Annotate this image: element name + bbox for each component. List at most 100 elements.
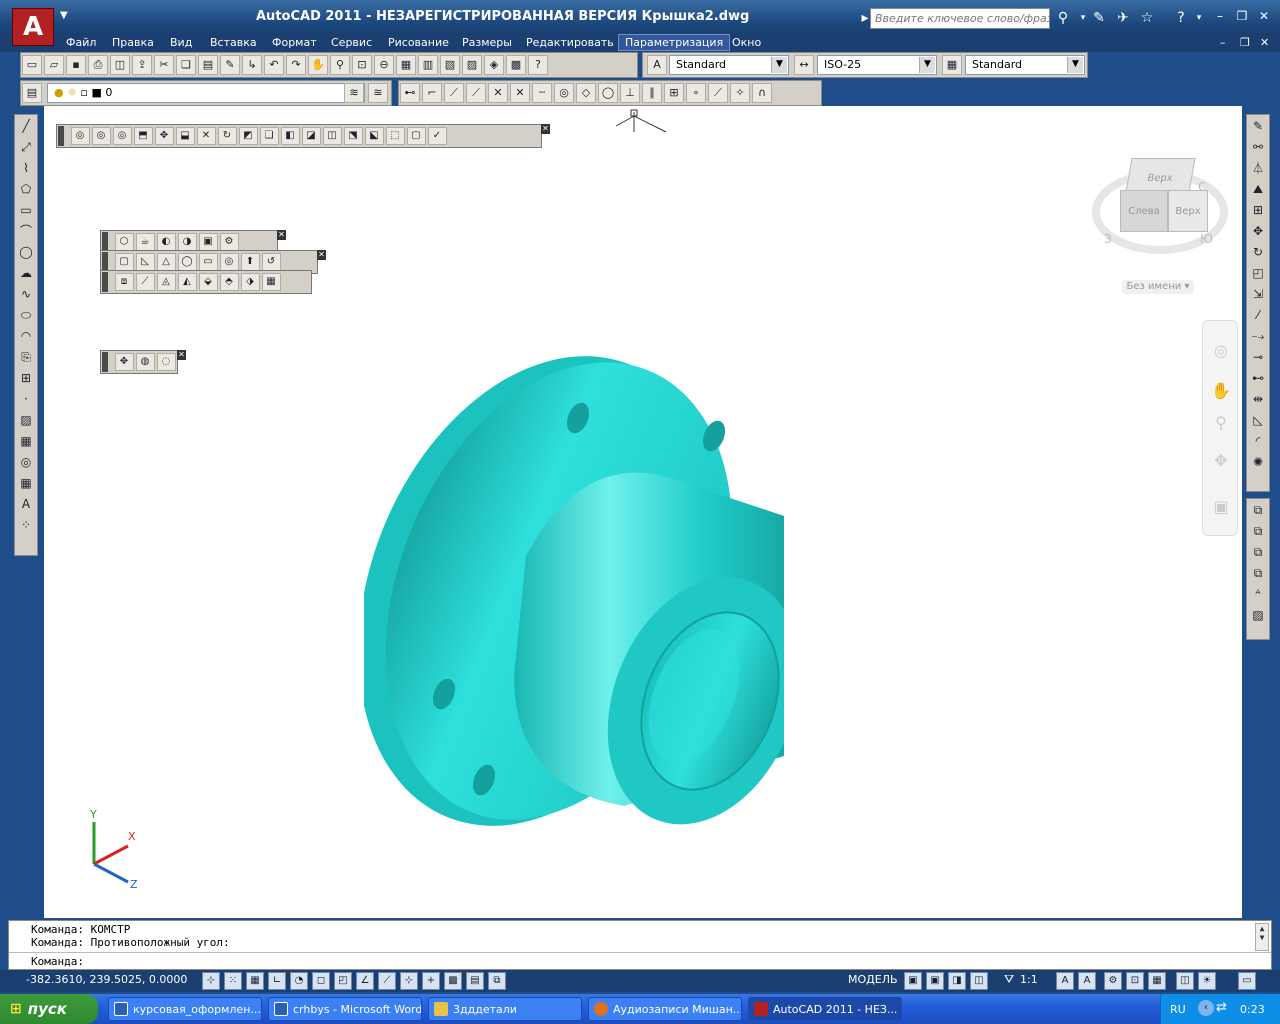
toolbar-grip[interactable] (102, 252, 108, 272)
polyline-icon[interactable]: ⌇ (16, 158, 36, 178)
ortho-icon[interactable]: ∟ (268, 972, 286, 990)
polygon-icon[interactable]: ⬠ (16, 179, 36, 199)
toolbar-grip[interactable] (58, 126, 64, 146)
annotation-scale[interactable]: 1:1 (1020, 973, 1038, 986)
rotate-faces-icon[interactable]: ↻ (217, 127, 237, 145)
dyn-icon[interactable]: ⊹ (400, 972, 418, 990)
tool-palettes-icon[interactable]: ▧ (440, 55, 460, 75)
menu-view[interactable]: Вид (170, 36, 192, 49)
dim-style-select[interactable]: ISO-25 ▼ (817, 55, 937, 75)
block-editor-icon[interactable]: ↳ (242, 55, 262, 75)
revcloud-icon[interactable]: ☁ (16, 263, 36, 283)
extrude-faces-icon[interactable]: ⬒ (133, 127, 153, 145)
sphere-icon[interactable]: ◯ (177, 253, 197, 271)
taskbar-item[interactable]: курсовая_оформлен... (108, 997, 262, 1021)
lightbulb-icon[interactable]: ☀ (1198, 972, 1216, 990)
box-icon[interactable]: ▢ (114, 253, 134, 271)
snap-quadrant-icon[interactable]: ◇ (576, 83, 596, 103)
quick-properties-icon[interactable]: ▤ (466, 972, 484, 990)
taper-faces-icon[interactable]: ◩ (238, 127, 258, 145)
mtext-icon[interactable]: A (16, 494, 36, 514)
subtract-icon[interactable]: ◎ (91, 127, 111, 145)
language-indicator[interactable]: RU (1170, 1003, 1186, 1016)
close-icon[interactable]: ✕ (541, 124, 550, 134)
workspace-gear-icon[interactable]: ⚙ (1104, 972, 1122, 990)
orbit-nav-icon[interactable]: ✥ (1211, 451, 1231, 471)
polar-icon[interactable]: ◔ (290, 972, 308, 990)
command-line[interactable]: Команда: КОМСТР Команда: Противоположный… (8, 920, 1272, 970)
compass-north[interactable]: С (1198, 180, 1206, 194)
clean-icon[interactable]: ⬕ (364, 127, 384, 145)
continuous-orbit-icon[interactable]: ◌ (156, 353, 176, 371)
quick-access-dropdown-icon[interactable]: ▼ (60, 10, 68, 21)
line-icon[interactable]: ╱ (16, 116, 36, 136)
region-icon[interactable]: ◎ (16, 452, 36, 472)
selection-cycling-icon[interactable]: ⧉ (488, 972, 506, 990)
zoom-icon[interactable]: ⚲ (1211, 413, 1231, 433)
quick-view-layouts-icon[interactable]: ◨ (948, 972, 966, 990)
explode-icon[interactable]: ✺ (1248, 452, 1268, 472)
close-icon[interactable]: ✕ (177, 350, 186, 360)
properties-icon[interactable]: ▦ (396, 55, 416, 75)
command-prompt[interactable]: Команда: (31, 955, 84, 968)
circle-icon[interactable]: ◯ (16, 242, 36, 262)
snap-temp-icon[interactable]: ⊷ (400, 83, 420, 103)
break-icon[interactable]: ⊷ (1248, 368, 1268, 388)
key-icon[interactable]: ✎ (1090, 9, 1108, 27)
wedge-icon[interactable]: ◺ (135, 253, 155, 271)
snap-from-icon[interactable]: ⌐ (422, 83, 442, 103)
mirror-icon[interactable]: ⏃ (1248, 158, 1268, 178)
torus-icon[interactable]: ◎ (219, 253, 239, 271)
print-icon[interactable]: ⎙ (88, 55, 108, 75)
new-icon[interactable]: ▭ (22, 55, 42, 75)
layer-previous-icon[interactable]: ≊ (368, 83, 388, 103)
box-view-icon[interactable]: ⬡ (114, 233, 134, 251)
table-icon[interactable]: ▦ (16, 473, 36, 493)
restore-icon[interactable]: ❐ (1234, 8, 1250, 24)
annotation-scale-icon[interactable]: ⛛ (1004, 972, 1014, 987)
close-icon[interactable]: ✕ (1256, 8, 1272, 24)
array-icon[interactable]: ⊞ (1248, 200, 1268, 220)
help-icon[interactable]: ? (1172, 9, 1190, 27)
snap-mode-icon[interactable]: ⁙ (224, 972, 242, 990)
rectangle-icon[interactable]: ▭ (16, 200, 36, 220)
text-style-icon[interactable]: A (647, 55, 667, 75)
snap-endpoint-icon[interactable]: ⟋ (444, 83, 464, 103)
layout-model-icon[interactable]: ▣ (904, 972, 922, 990)
sheet-set-icon[interactable]: ▨ (462, 55, 482, 75)
help-dropdown-icon[interactable]: ▾ (1190, 9, 1208, 27)
viewcube[interactable]: Верх Слева Верх З Ю С (1090, 150, 1230, 260)
match-properties-icon[interactable]: ✎ (220, 55, 240, 75)
menu-modify[interactable]: Редактировать (526, 36, 614, 49)
taskbar-item[interactable]: 3дддетали (428, 997, 582, 1021)
publish-icon[interactable]: ⇪ (132, 55, 152, 75)
solid-draw-icon[interactable]: ⬗ (240, 273, 260, 291)
extrude-icon[interactable]: ⬆ (240, 253, 260, 271)
trim-icon[interactable]: ⁄ (1248, 305, 1268, 325)
orbit-icon[interactable]: ✥ (114, 353, 134, 371)
taskbar-item-active[interactable]: AutoCAD 2011 - НЕЗ... (748, 997, 902, 1021)
snap-perpendicular-icon[interactable]: ⊥ (620, 83, 640, 103)
clock[interactable]: 0:23 (1240, 1003, 1265, 1016)
render-icon[interactable]: ▣ (198, 233, 218, 251)
menu-window[interactable]: Окно (732, 36, 761, 49)
snap-apparent-icon[interactable]: ✕ (510, 83, 530, 103)
imprint-icon[interactable]: ⬔ (343, 127, 363, 145)
snap-extension-icon[interactable]: ┄ (532, 83, 552, 103)
menu-file[interactable]: Файл (66, 36, 96, 49)
search-input[interactable]: Введите ключевое слово/фразу (870, 8, 1050, 29)
separate-icon[interactable]: ⬚ (385, 127, 405, 145)
snap-none-icon[interactable]: ✧ (730, 83, 750, 103)
menu-dimension[interactable]: Размеры (462, 36, 512, 49)
steering-wheel-icon[interactable]: ◎ (1211, 341, 1231, 361)
snap-nearest-icon[interactable]: ⟋ (708, 83, 728, 103)
rotate-icon[interactable]: ↻ (1248, 242, 1268, 262)
toolbar-grip[interactable] (102, 352, 108, 372)
free-orbit-icon[interactable]: ◍ (135, 353, 155, 371)
revolve-icon[interactable]: ↺ (261, 253, 281, 271)
command-scrollbar[interactable]: ▲ ▼ (1255, 923, 1269, 951)
dim-style-icon[interactable]: ↔ (794, 55, 814, 75)
snap-settings-icon[interactable]: ∩ (752, 83, 772, 103)
snap-midpoint-icon[interactable]: ⟋ (466, 83, 486, 103)
ducs-icon[interactable]: ⟋ (378, 972, 396, 990)
